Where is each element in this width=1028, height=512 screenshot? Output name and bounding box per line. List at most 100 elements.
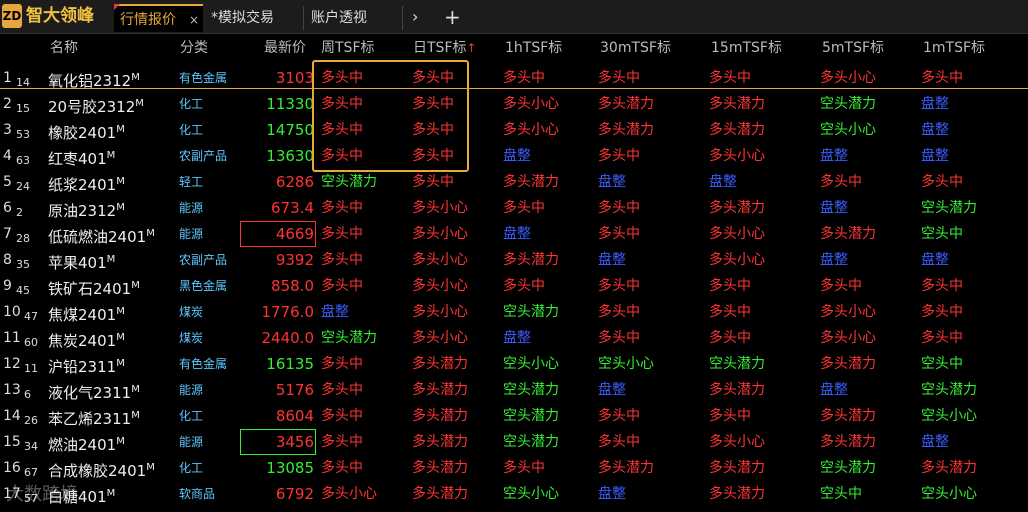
tsf-signal: 多头中 (321, 460, 363, 476)
instrument-name: 铁矿石2401M (48, 273, 140, 299)
table-row[interactable]: 8 35 苹果401M 农副产品 9392 多头中 多头小心 多头潜力 盘整 多头小心 盘整 盘整 (0, 247, 1028, 273)
tsf-signal: 多头中 (598, 278, 640, 294)
column-header-price[interactable]: 最新价 (264, 34, 306, 62)
row-index: 14 (3, 408, 21, 424)
table-row[interactable]: 7 28 低硫燃油2401M 能源 4669 多头中 多头小心 盘整 多头中 多头小心 多头潜力 空头… (0, 221, 1028, 247)
column-header-15m[interactable]: 15mTSF标 (711, 34, 782, 62)
row-index: 9 (3, 278, 12, 294)
instrument-name: 橡胶2401M (48, 117, 125, 143)
chevron-right-icon[interactable]: › (412, 4, 418, 30)
tsf-signal: 盘整 (921, 434, 949, 450)
main-contract-marker: M (106, 150, 116, 161)
tsf-signal: 盘整 (921, 252, 949, 268)
tab-simulated-trading[interactable]: *模拟交易 (205, 4, 303, 32)
tsf-signal: 空头小心 (503, 356, 559, 372)
table-row[interactable]: 6 2 原油2312M 能源 673.4 多头中 多头小心 多头中 多头中 多头潜力 盘整 空头潜力 (0, 195, 1028, 221)
table-row[interactable]: 12 11 沪铅2311M 有色金属 16135 多头中 多头潜力 空头小心 空头小心 空头潜力多… (0, 351, 1028, 377)
tab-account-view[interactable]: 账户透视 (305, 4, 401, 32)
tsf-signal: 盘整 (598, 486, 626, 502)
column-header-name[interactable]: 名称 (50, 34, 78, 62)
instrument-category: 能源 (179, 201, 204, 215)
instrument-name: 苯乙烯2311M (48, 403, 140, 429)
instrument-name-text: 焦煤2401 (48, 306, 117, 324)
row-index: 4 (3, 148, 12, 164)
tsf-signal: 空头潜力 (709, 356, 765, 372)
instrument-name: 低硫燃油2401M (48, 221, 155, 247)
tsf-signal: 多头小心 (412, 252, 468, 268)
instrument-name-text: 纸浆2401 (48, 176, 117, 194)
column-header-5m[interactable]: 5mTSF标 (822, 34, 884, 62)
instrument-name-text: 橡胶2401 (48, 124, 117, 142)
tsf-signal: 多头中 (412, 174, 454, 190)
latest-price: 6792 (275, 485, 314, 503)
tsf-signal: 多头中 (598, 200, 640, 216)
table-row[interactable]: 4 63 红枣401M 农副产品 13630 多头中 多头中 盘整 多头中 多头小心 盘整 盘整 (0, 143, 1028, 169)
tsf-signal: 多头潜力 (598, 460, 654, 476)
tsf-signal: 多头潜力 (412, 434, 468, 450)
tsf-signal: 多头潜力 (412, 356, 468, 372)
tsf-signal: 多头中 (709, 408, 751, 424)
tsf-signal: 多头中 (503, 200, 545, 216)
tsf-signal: 多头潜力 (503, 252, 559, 268)
latest-price: 13085 (266, 459, 314, 477)
latest-price: 2440.0 (261, 329, 315, 347)
table-row[interactable]: 14 26 苯乙烯2311M 化工 8604 多头中 多头潜力 空头潜力 多头中 多头中 多头潜力空… (0, 403, 1028, 429)
instrument-name-text: 焦炭2401 (48, 332, 117, 350)
table-row[interactable]: 1 14 氧化铝2312M 有色金属 3103 多头中 多头中 多头中 多头中 多头中 多头小心 多头… (0, 65, 1028, 91)
latest-price: 9392 (275, 251, 314, 269)
tsf-signal: 盘整 (598, 382, 626, 398)
latest-price: 858.0 (271, 277, 314, 295)
table-row[interactable]: 13 6 液化气2311M 能源 5176 多头中 多头潜力 空头潜力 盘整 多头潜力 盘整 空头潜力 (0, 377, 1028, 403)
tsf-signal: 空头潜力 (321, 174, 377, 190)
table-row[interactable]: 17 57 白糖401M 软商品 6792 多头小心 多头潜力 空头小心 盘整 多头潜力 空头中 空头… (0, 481, 1028, 507)
table-row[interactable]: 2 15 20号胶2312M 化工 11330 多头中 多头中 多头小心 多头潜力 多头潜力 空头潜… (0, 91, 1028, 117)
column-header-daily[interactable]: 日TSF标↑ (413, 34, 477, 62)
instrument-name-text: 20号胶2312 (48, 98, 136, 116)
latest-price: 3456 (240, 429, 316, 455)
instrument-name-text: 原油2312 (48, 202, 117, 220)
tsf-signal: 多头小心 (503, 122, 559, 138)
tsf-signal: 多头中 (598, 226, 640, 242)
table-row[interactable]: 16 67 合成橡胶2401M 化工 13085 多头中 多头潜力 多头中 多头潜力 多头潜力 空头… (0, 455, 1028, 481)
column-header-1h[interactable]: 1hTSF标 (505, 34, 562, 62)
tab-label: *模拟交易 (211, 10, 274, 26)
tsf-signal: 多头中 (503, 70, 545, 86)
tsf-signal: 多头中 (412, 70, 454, 86)
tsf-signal: 空头潜力 (921, 200, 977, 216)
tab-close-icon[interactable]: × (189, 6, 199, 34)
tsf-signal: 多头中 (709, 330, 751, 346)
column-header-30m[interactable]: 30mTSF标 (600, 34, 671, 62)
table-row[interactable]: 10 47 焦煤2401M 煤炭 1776.0 盘整 多头小心 空头潜力 多头中 多头中 多头小心多… (0, 299, 1028, 325)
main-contract-marker: M (116, 358, 125, 369)
column-header-1m[interactable]: 1mTSF标 (923, 34, 985, 62)
table-row[interactable]: 5 24 纸浆2401M 轻工 6286 空头潜力 多头中 多头潜力 盘整 盘整 多头中 多头中 (0, 169, 1028, 195)
tab-label: 行情报价 (120, 12, 176, 28)
tsf-signal: 多头小心 (503, 96, 559, 112)
tsf-signal: 盘整 (503, 148, 531, 164)
main-contract-marker: M (146, 462, 155, 473)
add-tab-icon[interactable]: + (444, 4, 461, 30)
instrument-category: 化工 (179, 461, 204, 475)
tsf-signal: 空头小心 (503, 486, 559, 502)
latest-price: 1776.0 (261, 303, 315, 321)
tab-bar: ZD 智大领峰 行情报价 × *模拟交易 账户透视 › + (0, 0, 1028, 34)
table-row[interactable]: 3 53 橡胶2401M 化工 14750 多头中 多头中 多头小心 多头潜力 多头潜力 空头小心盘… (0, 117, 1028, 143)
tsf-signal: 多头中 (598, 330, 640, 346)
tsf-signal: 多头潜力 (412, 408, 468, 424)
table-row[interactable]: 11 60 焦炭2401M 煤炭 2440.0 空头潜力 多头小心 盘整 多头中 多头中 多头小心多… (0, 325, 1028, 351)
row-index: 1 (3, 70, 12, 86)
tsf-signal: 多头潜力 (709, 460, 765, 476)
main-contract-marker: M (135, 98, 144, 109)
table-row[interactable]: 9 45 铁矿石2401M 黑色金属 858.0 多头中 多头小心 多头中 多头中 多头中 多头中多… (0, 273, 1028, 299)
main-contract-marker: M (131, 72, 140, 83)
column-header-category[interactable]: 分类 (180, 34, 208, 62)
column-header-weekly[interactable]: 周TSF标 (321, 34, 375, 62)
tsf-signal: 多头潜力 (709, 122, 765, 138)
main-contract-marker: M (116, 436, 125, 447)
tsf-signal: 多头中 (321, 200, 363, 216)
tsf-signal: 多头中 (321, 408, 363, 424)
tab-quotes[interactable]: 行情报价 × (114, 4, 203, 32)
table-row[interactable]: 15 34 燃油2401M 能源 3456 多头中 多头潜力 空头潜力 多头中 多头小心 多头潜力盘… (0, 429, 1028, 455)
instrument-name-text: 燃油2401 (48, 436, 117, 454)
instrument-category: 有色金属 (179, 71, 228, 85)
